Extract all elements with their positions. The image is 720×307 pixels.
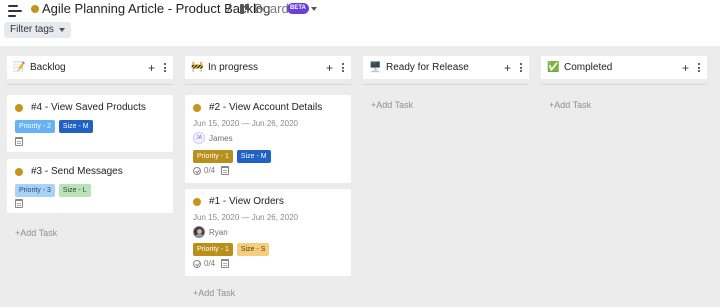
add-card-button[interactable]: +: [682, 61, 689, 75]
card-title[interactable]: #4 - View Saved Products: [31, 102, 146, 113]
top-bar: Agile Planning Article - Product Backlog…: [0, 0, 720, 46]
card-title-row: #3 - Send Messages: [15, 166, 123, 177]
add-task-button[interactable]: +Add Task: [15, 228, 57, 238]
beta-badge: BETA: [287, 3, 309, 14]
card-meta: 0/4: [193, 166, 230, 175]
page-title[interactable]: Agile Planning Article - Product Backlog: [42, 1, 270, 17]
column-header: 🚧 In progress +: [185, 56, 351, 79]
filter-tags-button[interactable]: Filter tags: [4, 22, 71, 38]
subtasks-count: 0/4: [204, 166, 216, 175]
subtasks-count: 0/4: [204, 259, 216, 268]
column-title[interactable]: Backlog: [30, 62, 148, 73]
column-divider: [541, 79, 707, 85]
tag-list: Priority - 1 Size - M: [193, 150, 271, 163]
chevron-down-icon: [58, 28, 65, 32]
column-title[interactable]: Completed: [564, 62, 682, 73]
breadcrumb-separator: /: [227, 1, 231, 16]
calendar-icon[interactable]: [221, 259, 230, 268]
card-dates[interactable]: Jun 15, 2020 — Jun 26, 2020: [193, 213, 298, 222]
column-header: 📝 Backlog +: [7, 56, 173, 79]
tag-list: Priority - 1 Size - S: [193, 243, 270, 256]
more-options-icon[interactable]: [163, 63, 167, 72]
assignee-name: Ryan: [209, 227, 228, 237]
status-dot-icon: [193, 197, 201, 206]
column-title[interactable]: In progress: [208, 62, 326, 73]
construction-icon: 🚧: [191, 61, 204, 73]
task-card[interactable]: #1 - View Orders Jun 15, 2020 — Jun 26, …: [185, 189, 351, 276]
column-completed: ✅ Completed + +Add Task: [541, 56, 707, 110]
size-tag[interactable]: Size - M: [58, 120, 93, 133]
check-circle-icon: [193, 166, 201, 175]
column-backlog: 📝 Backlog + #4 - View Saved Products Pri…: [7, 56, 173, 238]
card-title-row: #4 - View Saved Products: [15, 102, 146, 113]
more-options-icon[interactable]: [519, 63, 523, 72]
card-title[interactable]: #1 - View Orders: [209, 196, 284, 207]
add-card-button[interactable]: +: [326, 61, 333, 75]
priority-tag[interactable]: Priority - 1: [193, 243, 233, 256]
card-title-row: #1 - View Orders: [193, 196, 284, 207]
view-dropdown-chevron-icon[interactable]: [311, 7, 317, 11]
status-dot-icon: [31, 5, 39, 13]
card-meta: [15, 137, 23, 146]
column-divider: [7, 79, 173, 85]
card-title-row: #2 - View Account Details: [193, 102, 322, 113]
size-tag[interactable]: Size - S: [236, 243, 270, 256]
priority-tag[interactable]: Priority - 1: [193, 150, 233, 163]
avatar: [193, 226, 205, 238]
avatar: JA: [193, 132, 205, 144]
assignee[interactable]: JA James: [193, 132, 233, 144]
priority-tag[interactable]: Priority - 3: [15, 184, 55, 197]
status-dot-icon: [15, 167, 23, 176]
column-header: 🖥️ Ready for Release +: [363, 56, 529, 79]
status-dot-icon: [15, 103, 23, 112]
add-task-button[interactable]: +Add Task: [549, 100, 591, 110]
tag-list: Priority - 2 Size - M: [15, 120, 93, 133]
check-circle-icon: [193, 259, 201, 268]
assignee[interactable]: Ryan: [193, 226, 228, 238]
card-meta: [15, 199, 23, 208]
column-header: ✅ Completed +: [541, 56, 707, 79]
column-title[interactable]: Ready for Release: [386, 62, 504, 73]
calendar-icon[interactable]: [221, 166, 230, 175]
calendar-icon[interactable]: [15, 137, 23, 146]
assignee-name: James: [209, 133, 233, 143]
add-card-button[interactable]: +: [504, 61, 511, 75]
column-divider: [363, 79, 529, 85]
subtasks-progress[interactable]: 0/4: [193, 166, 215, 175]
size-tag[interactable]: Size - M: [236, 150, 271, 163]
view-selector-label[interactable]: Board: [254, 1, 289, 17]
task-card[interactable]: #4 - View Saved Products Priority - 2 Si…: [7, 95, 173, 152]
memo-icon: 📝: [13, 61, 26, 73]
menu-icon[interactable]: [8, 5, 22, 17]
card-title[interactable]: #3 - Send Messages: [31, 166, 123, 177]
more-options-icon[interactable]: [341, 63, 345, 72]
status-dot-icon: [193, 103, 201, 112]
board-view-icon: [240, 4, 249, 14]
tag-list: Priority - 3 Size - L: [15, 184, 91, 197]
card-dates[interactable]: Jun 15, 2020 — Jun 26, 2020: [193, 119, 298, 128]
filter-tags-label: Filter tags: [10, 24, 54, 35]
add-task-button[interactable]: +Add Task: [193, 288, 235, 298]
add-task-button[interactable]: +Add Task: [371, 100, 413, 110]
more-options-icon[interactable]: [697, 63, 701, 72]
size-tag[interactable]: Size - L: [58, 184, 91, 197]
task-card[interactable]: #2 - View Account Details Jun 15, 2020 —…: [185, 95, 351, 183]
card-title[interactable]: #2 - View Account Details: [209, 102, 322, 113]
desktop-computer-icon: 🖥️: [369, 61, 382, 73]
column-divider: [185, 79, 351, 85]
card-meta: 0/4: [193, 259, 230, 268]
task-card[interactable]: #3 - Send Messages Priority - 3 Size - L: [7, 159, 173, 213]
column-ready-for-release: 🖥️ Ready for Release + +Add Task: [363, 56, 529, 110]
calendar-icon[interactable]: [15, 199, 23, 208]
check-mark-icon: ✅: [547, 61, 560, 73]
subtasks-progress[interactable]: 0/4: [193, 259, 215, 268]
column-in-progress: 🚧 In progress + #2 - View Account Detail…: [185, 56, 351, 298]
add-card-button[interactable]: +: [148, 61, 155, 75]
priority-tag[interactable]: Priority - 2: [15, 120, 55, 133]
